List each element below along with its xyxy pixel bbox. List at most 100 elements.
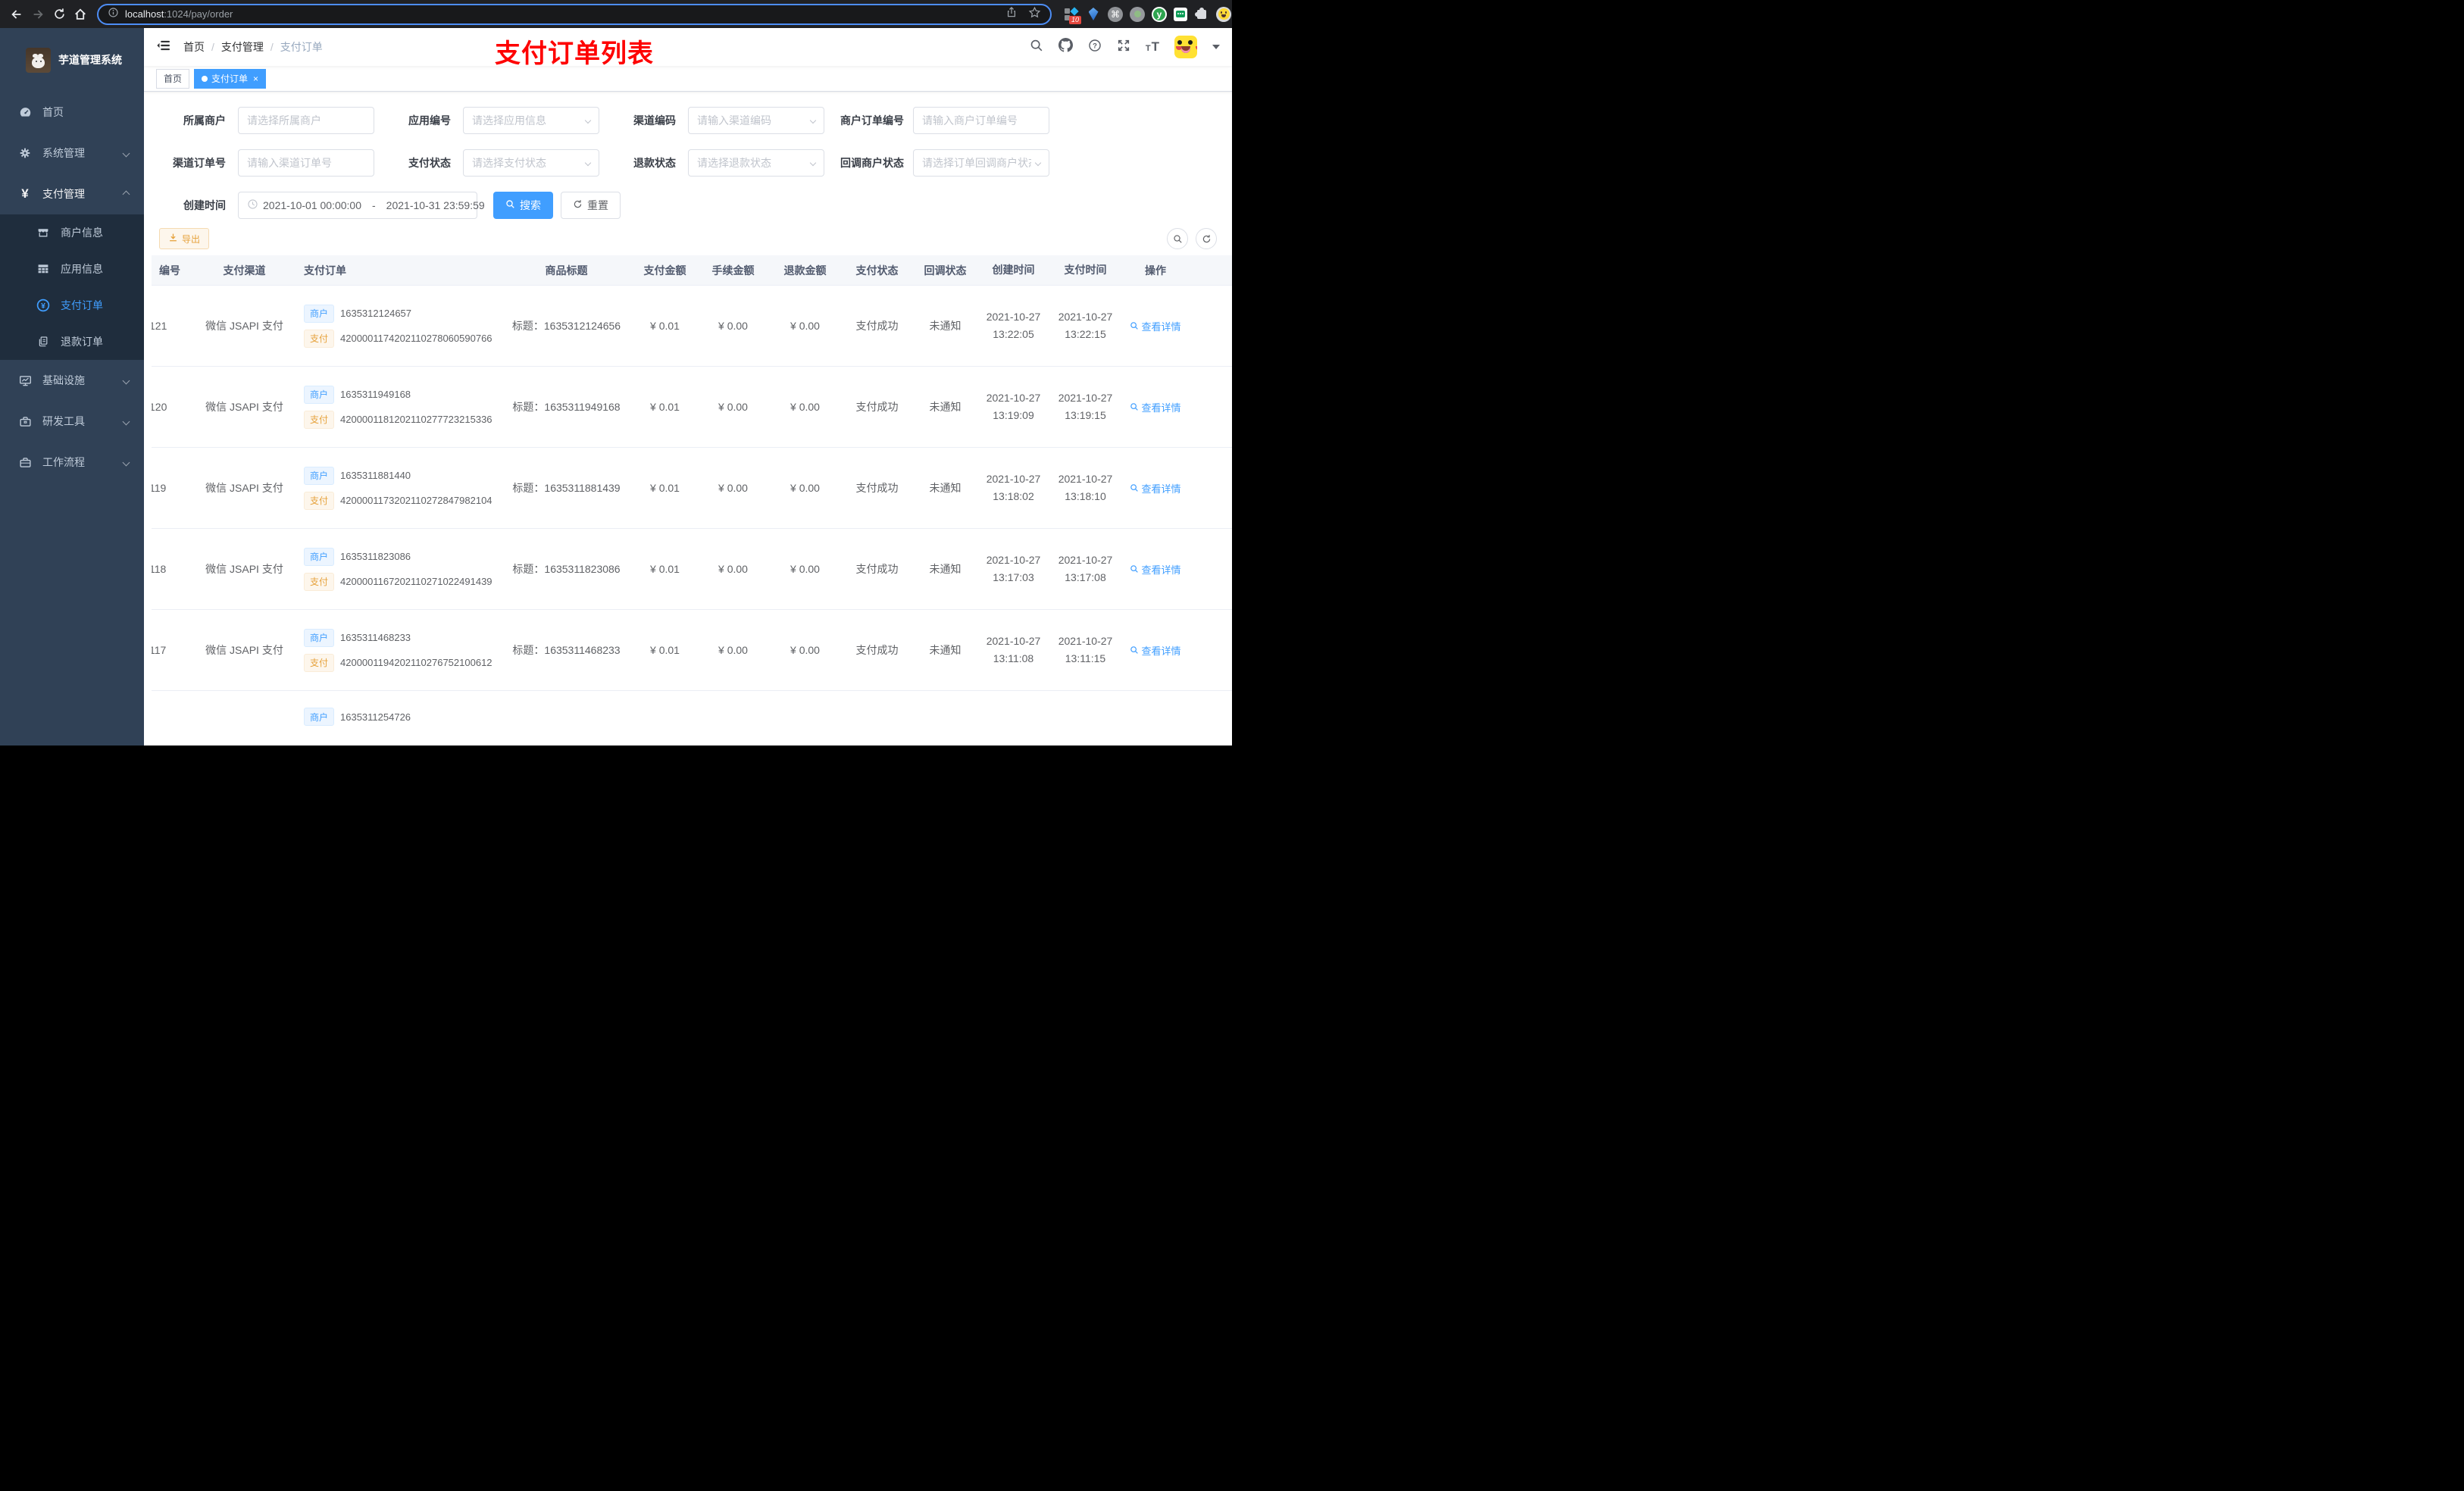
table-row: 121 微信 JSAPI 支付 商户 1635312124657 支付 420000… [152, 286, 1232, 367]
create-time-filter-label: 创建时间 [183, 199, 226, 211]
sidebar: 芋道管理系统 首页 系统管理 ¥ 支付管理 商户信息 应用信息 ¥ 支付订单 退… [0, 28, 144, 746]
view-detail-link[interactable]: 查看详情 [1130, 481, 1181, 495]
gear-icon [18, 147, 32, 159]
sidebar-item-pay-order[interactable]: ¥ 支付订单 [0, 287, 144, 324]
status-badge: 支付成功 [855, 644, 899, 656]
channel-order-no-filter-label: 渠道订单号 [173, 157, 226, 169]
screen: localhost:1024/pay/order 10 ⌘ y 芋道管理系统 首… [0, 0, 1232, 746]
merchant-tag: 商户 [304, 628, 335, 647]
extension-monkey-icon[interactable]: 10 [1064, 6, 1081, 24]
merchant-tag: 商户 [304, 304, 335, 323]
site-info-icon[interactable] [108, 7, 119, 22]
view-detail-link[interactable]: 查看详情 [1130, 400, 1181, 414]
browser-back-button[interactable] [8, 5, 26, 23]
yen-icon: ¥ [21, 186, 29, 201]
create-time-range-picker[interactable]: 2021-10-01 00:00:00 - 2021-10-31 23:59:5… [238, 192, 485, 219]
extension-y-icon[interactable]: y [1152, 6, 1167, 22]
grid-icon [36, 263, 50, 275]
header-search-icon[interactable] [1030, 39, 1043, 56]
merchant-filter-input[interactable] [238, 107, 374, 134]
sidebar-item-workflow[interactable]: 工作流程 [0, 442, 144, 483]
date-start-value: 2021-10-01 00:00:00 [263, 199, 361, 211]
tags-view-bar: 首页 支付订单 × [144, 66, 1232, 92]
toggle-search-button[interactable] [1167, 228, 1188, 249]
browser-forward-button[interactable] [29, 5, 47, 23]
breadcrumb-home[interactable]: 首页 [183, 39, 205, 55]
browser-reload-button[interactable] [50, 5, 68, 23]
breadcrumb-section[interactable]: 支付管理 [221, 39, 264, 55]
merchant-filter-label: 所属商户 [183, 114, 226, 127]
pay-tag: 支付 [304, 329, 335, 348]
status-badge: 支付成功 [855, 320, 899, 332]
table-row: 117 微信 JSAPI 支付 商户1635311468233 支付420000… [152, 610, 1232, 691]
pay-status-filter-label: 支付状态 [408, 157, 451, 169]
address-bar[interactable]: localhost:1024/pay/order [97, 3, 1052, 25]
sidebar-item-home[interactable]: 首页 [0, 92, 144, 133]
merchant-tag: 商户 [304, 708, 335, 726]
extension-command-icon[interactable]: ⌘ [1108, 6, 1123, 22]
channel-order-no-filter-input[interactable] [238, 149, 374, 177]
breadcrumb-current: 支付订单 [280, 41, 323, 53]
channel-code-filter-select[interactable]: 请输入渠道编码 [688, 107, 824, 134]
sidebar-item-system[interactable]: 系统管理 [0, 133, 144, 173]
browser-home-button[interactable] [71, 5, 89, 23]
sidebar-item-app-info[interactable]: 应用信息 [0, 251, 144, 287]
notify-status-filter-select[interactable]: 请选择订单回调商户状态 [913, 149, 1049, 177]
search-button[interactable]: 搜索 [493, 192, 553, 219]
page-title-annotation: 支付订单列表 [495, 39, 654, 68]
reset-button[interactable]: 重置 [561, 192, 621, 219]
help-icon[interactable]: ? [1088, 39, 1102, 56]
view-detail-link[interactable]: 查看详情 [1130, 319, 1181, 333]
url-text: localhost:1024/pay/order [125, 8, 233, 20]
extensions-area: 10 ⌘ y 更新 [1064, 5, 1232, 24]
sidebar-item-pay-management[interactable]: ¥ 支付管理 [0, 173, 144, 214]
fullscreen-icon[interactable] [1117, 39, 1130, 56]
chevron-down-icon [809, 117, 817, 124]
sidebar-item-dev-tools[interactable]: 研发工具 [0, 401, 144, 442]
tab-close-icon[interactable]: × [253, 74, 258, 83]
pay-submenu: 商户信息 应用信息 ¥ 支付订单 退款订单 [0, 214, 144, 360]
sidebar-item-infrastructure[interactable]: 基础设施 [0, 360, 144, 401]
monitor-icon [18, 374, 32, 387]
app-filter-select[interactable]: 请选择应用信息 [463, 107, 599, 134]
extension-chat-icon[interactable] [1174, 7, 1187, 21]
sidebar-item-refund-order[interactable]: 退款订单 [0, 324, 144, 360]
briefcase-icon [18, 456, 32, 469]
logo-rabbit-avatar [26, 47, 51, 73]
pay-tag: 支付 [304, 410, 335, 429]
main-content: 所属商户 应用编号 请选择应用信息 渠道编码 [144, 92, 1232, 746]
github-icon[interactable] [1058, 38, 1073, 56]
user-menu-caret-icon[interactable] [1212, 45, 1220, 49]
top-navbar: 首页 / 支付管理 / 支付订单 ? TT [144, 28, 1232, 66]
active-tab-dot [202, 75, 208, 82]
breadcrumb: 首页 / 支付管理 / 支付订单 [183, 39, 323, 55]
tab-home[interactable]: 首页 [156, 68, 190, 89]
clock-icon [247, 198, 258, 212]
share-icon[interactable] [1005, 6, 1018, 22]
sidebar-item-merchant-info[interactable]: 商户信息 [0, 214, 144, 251]
sidebar-collapse-icon[interactable] [156, 38, 171, 57]
chevron-up-icon [122, 190, 130, 198]
user-avatar[interactable] [1174, 36, 1197, 58]
extension-emoji-icon[interactable] [1216, 6, 1231, 22]
download-icon [168, 233, 178, 245]
tab-pay-order[interactable]: 支付订单 × [194, 68, 267, 89]
app-filter-label: 应用编号 [408, 114, 451, 127]
refund-status-filter-select[interactable]: 请选择退款状态 [688, 149, 824, 177]
merchant-order-no-filter-input[interactable] [913, 107, 1049, 134]
pay-status-filter-select[interactable]: 请选择支付状态 [463, 149, 599, 177]
view-detail-link[interactable]: 查看详情 [1130, 643, 1181, 658]
extension-gem-icon[interactable] [1086, 7, 1101, 22]
refund-doc-icon [36, 336, 50, 348]
bookmark-star-icon[interactable] [1028, 6, 1041, 23]
extensions-puzzle-icon[interactable] [1194, 7, 1209, 22]
pay-tag: 支付 [304, 572, 335, 591]
chevron-down-icon [122, 377, 130, 384]
view-detail-link[interactable]: 查看详情 [1130, 562, 1181, 577]
orders-table: 编号 支付渠道 支付订单 商品标题 支付金额 手续金额 退款金额 支付状态 回调… [152, 255, 1232, 746]
extension-recorder-icon[interactable] [1130, 6, 1145, 22]
chevron-down-icon [1034, 159, 1042, 167]
font-size-icon[interactable]: TT [1146, 39, 1159, 55]
export-button[interactable]: 导出 [159, 228, 210, 249]
refresh-table-button[interactable] [1196, 228, 1217, 249]
